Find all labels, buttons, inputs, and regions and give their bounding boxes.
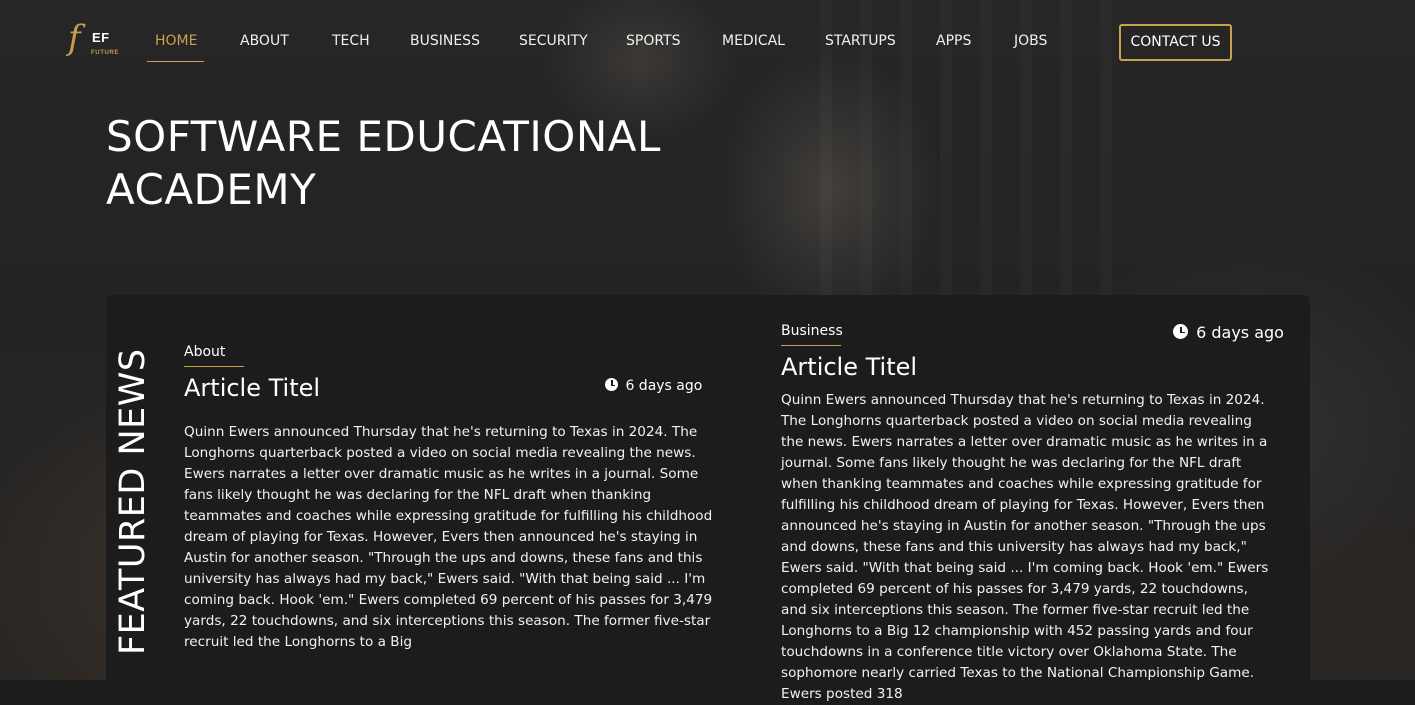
card-category-link[interactable]: Business [781,323,843,346]
nav-item-sports[interactable]: SPORTS [626,33,681,49]
card-article-body: Quinn Ewers announced Thursday that he's… [184,424,713,650]
news-card: About 6 days ago Article Titel Quinn Ewe… [184,342,724,682]
nav-item-about[interactable]: ABOUT [240,33,289,49]
card-article-body: Quinn Ewers announced Thursday that he's… [781,392,1269,702]
card-category-link[interactable]: About [184,344,244,367]
logo-mark: f [68,18,81,58]
nav-item-business[interactable]: BUSINESS [410,33,480,49]
featured-news-label: FEATURED NEWS [113,348,153,655]
nav-item-medical[interactable]: MEDICAL [722,33,785,49]
hero-title: SOFTWARE EDUCATIONAL ACADEMY [106,112,661,214]
nav-item-jobs[interactable]: JOBS [1014,33,1047,49]
card-timestamp: 6 days ago [1173,323,1284,342]
nav-item-tech[interactable]: TECH [332,33,370,49]
nav-active-underline [147,61,204,62]
nav-item-startups[interactable]: STARTUPS [825,33,896,49]
card-time-text: 6 days ago [625,378,703,394]
contact-us-button[interactable]: CONTACT US [1119,24,1232,61]
logo-tagline: FUTURE [91,50,119,56]
clock-icon [605,378,618,391]
clock-icon [1173,324,1188,339]
card-time-text: 6 days ago [1196,323,1284,342]
site-logo[interactable]: f EF FUTURE [66,18,124,60]
nav-item-security[interactable]: SECURITY [519,33,588,49]
card-timestamp: 6 days ago [605,378,702,394]
nav-item-apps[interactable]: APPS [936,33,971,49]
card-article-title[interactable]: Article Titel [781,353,917,381]
nav-item-home[interactable]: HOME [155,33,197,49]
logo-name: EF [92,30,110,45]
news-card: Business 6 days ago Article Titel Quinn … [781,321,1284,702]
card-article-title[interactable]: Article Titel [184,374,320,402]
